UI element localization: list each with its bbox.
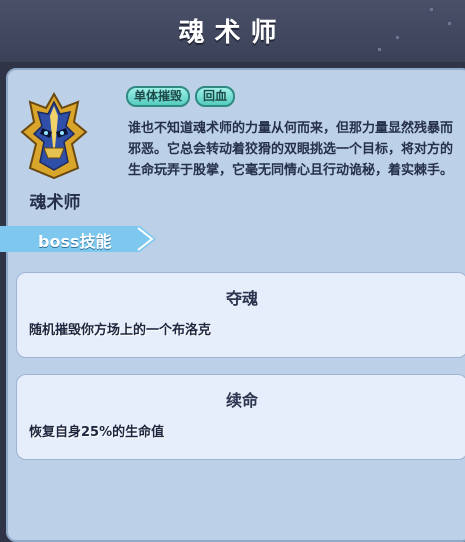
skill-name: 夺魂: [225, 289, 258, 308]
decor-dot: [430, 8, 433, 11]
boss-skills-heading: boss技能: [38, 232, 112, 251]
tag-single-destroy: 单体摧毁: [126, 86, 191, 107]
skill-name: 续命: [225, 391, 258, 410]
character-name: 魂术师: [29, 193, 81, 213]
tag-heal: 回血: [195, 86, 236, 107]
page-title: 魂术师: [178, 18, 287, 48]
tag-list: 单体摧毁 回血: [126, 86, 236, 107]
skill-card: 夺魂 随机摧毁你方场上的一个布洛克: [16, 272, 465, 358]
golden-masked-knight-helmet-icon: [18, 91, 90, 180]
character-description: 谁也不知道魂术师的力量从何而来，但那力量显然残暴而邪恶。它总会转动着狡猾的双眼挑…: [128, 121, 454, 178]
skill-card: 续命 恢复自身25%的生命值: [16, 374, 465, 460]
title-bar: 魂术师: [0, 0, 465, 62]
skill-description: 恢复自身25%的生命值: [29, 425, 165, 440]
skill-description: 随机摧毁你方场上的一个布洛克: [29, 323, 212, 338]
